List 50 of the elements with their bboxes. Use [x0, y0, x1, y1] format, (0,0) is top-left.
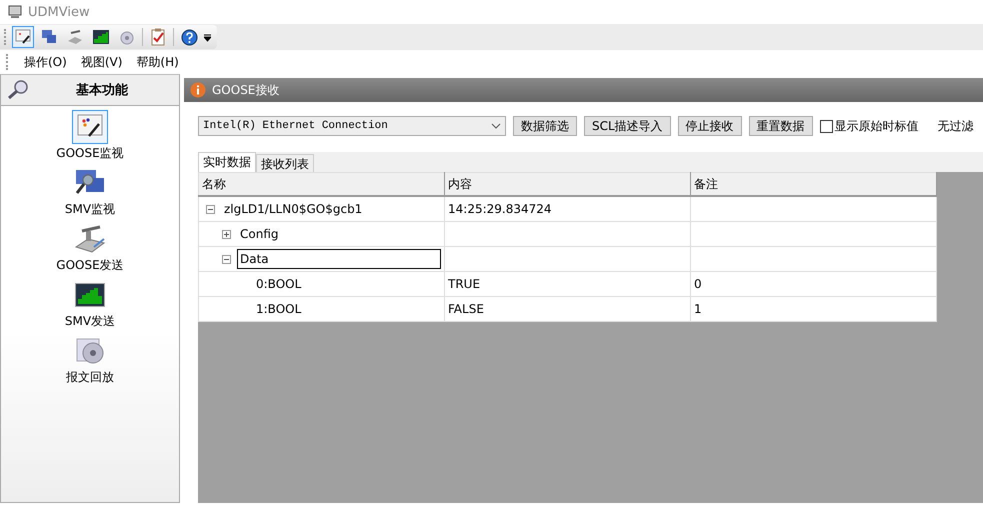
panel-title: 基本功能: [75, 82, 129, 99]
menu-item[interactable]: 视图(V): [80, 54, 122, 70]
menu-item[interactable]: 帮助(H): [136, 54, 179, 70]
tab[interactable]: 接收列表: [256, 154, 314, 172]
sidebar-item[interactable]: 报文回放: [66, 334, 114, 386]
collapse-icon[interactable]: [206, 204, 215, 214]
column-header[interactable]: 名称: [198, 172, 444, 196]
name-cell: Data: [237, 249, 441, 269]
sidebar-item[interactable]: GOOSE发送: [56, 222, 124, 274]
window-title: UDMView: [28, 4, 90, 20]
name-cell-text: 1:BOOL: [255, 301, 302, 318]
adapter-dropdown[interactable]: Intel(R) Ethernet Connection: [198, 116, 506, 136]
disc-icon: [75, 337, 105, 365]
note-cell: 0: [694, 277, 702, 291]
name-cell-text: zlgLD1/LLN0$GO$gcb1: [223, 201, 364, 218]
bar-chart-icon: [75, 283, 105, 307]
tree-row[interactable]: zlgLD1/LLN0$GO$gcb1 14:25:29.834724: [198, 196, 936, 222]
easel-pen-icon[interactable]: [12, 26, 34, 48]
toolbar-button[interactable]: 重置数据: [748, 116, 813, 136]
tab[interactable]: 实时数据: [198, 152, 256, 172]
toolbar-button[interactable]: 停止接收: [678, 116, 742, 136]
overflow-icon[interactable]: [204, 32, 211, 42]
sidebar-item[interactable]: SMV监视: [64, 166, 116, 218]
filter-status: 无过滤: [938, 118, 974, 134]
toolbar-button[interactable]: 数据筛选: [513, 116, 577, 136]
name-cell-text: 0:BOOL: [255, 276, 302, 293]
sidebar-item[interactable]: GOOSE监视: [56, 110, 124, 162]
column-header[interactable]: 内容: [444, 172, 690, 196]
content-cell: 14:25:29.834724: [448, 202, 552, 216]
collapse-icon[interactable]: [222, 254, 231, 264]
tree-row[interactable]: Config: [198, 222, 936, 246]
note-cell: 1: [694, 302, 702, 316]
raw-timestamp-checkbox[interactable]: 显示原始时标值: [820, 118, 919, 134]
content-cell: TRUE: [448, 277, 480, 291]
sidebar-item[interactable]: SMV发送: [64, 278, 116, 330]
app-icon: [8, 5, 22, 19]
tree-row[interactable]: Data: [198, 246, 936, 272]
content-cell: FALSE: [448, 302, 484, 316]
tree-row[interactable]: 1:BOOL FALSE 1: [198, 296, 936, 322]
chevron-down-icon[interactable]: [491, 123, 501, 129]
toolbar-button[interactable]: SCL描述导入: [584, 116, 671, 136]
tree-row[interactable]: 0:BOOL TRUE 0: [198, 272, 936, 296]
info-icon: [190, 82, 206, 98]
magnifier-screen-icon: [74, 169, 106, 197]
menu-item[interactable]: 操作(O): [24, 54, 67, 70]
expand-icon[interactable]: [222, 230, 231, 238]
column-header[interactable]: 备注: [690, 172, 936, 196]
name-cell-text: Config: [239, 226, 280, 243]
tool-icon: [74, 225, 106, 253]
panel-title: GOOSE接收: [212, 82, 280, 98]
